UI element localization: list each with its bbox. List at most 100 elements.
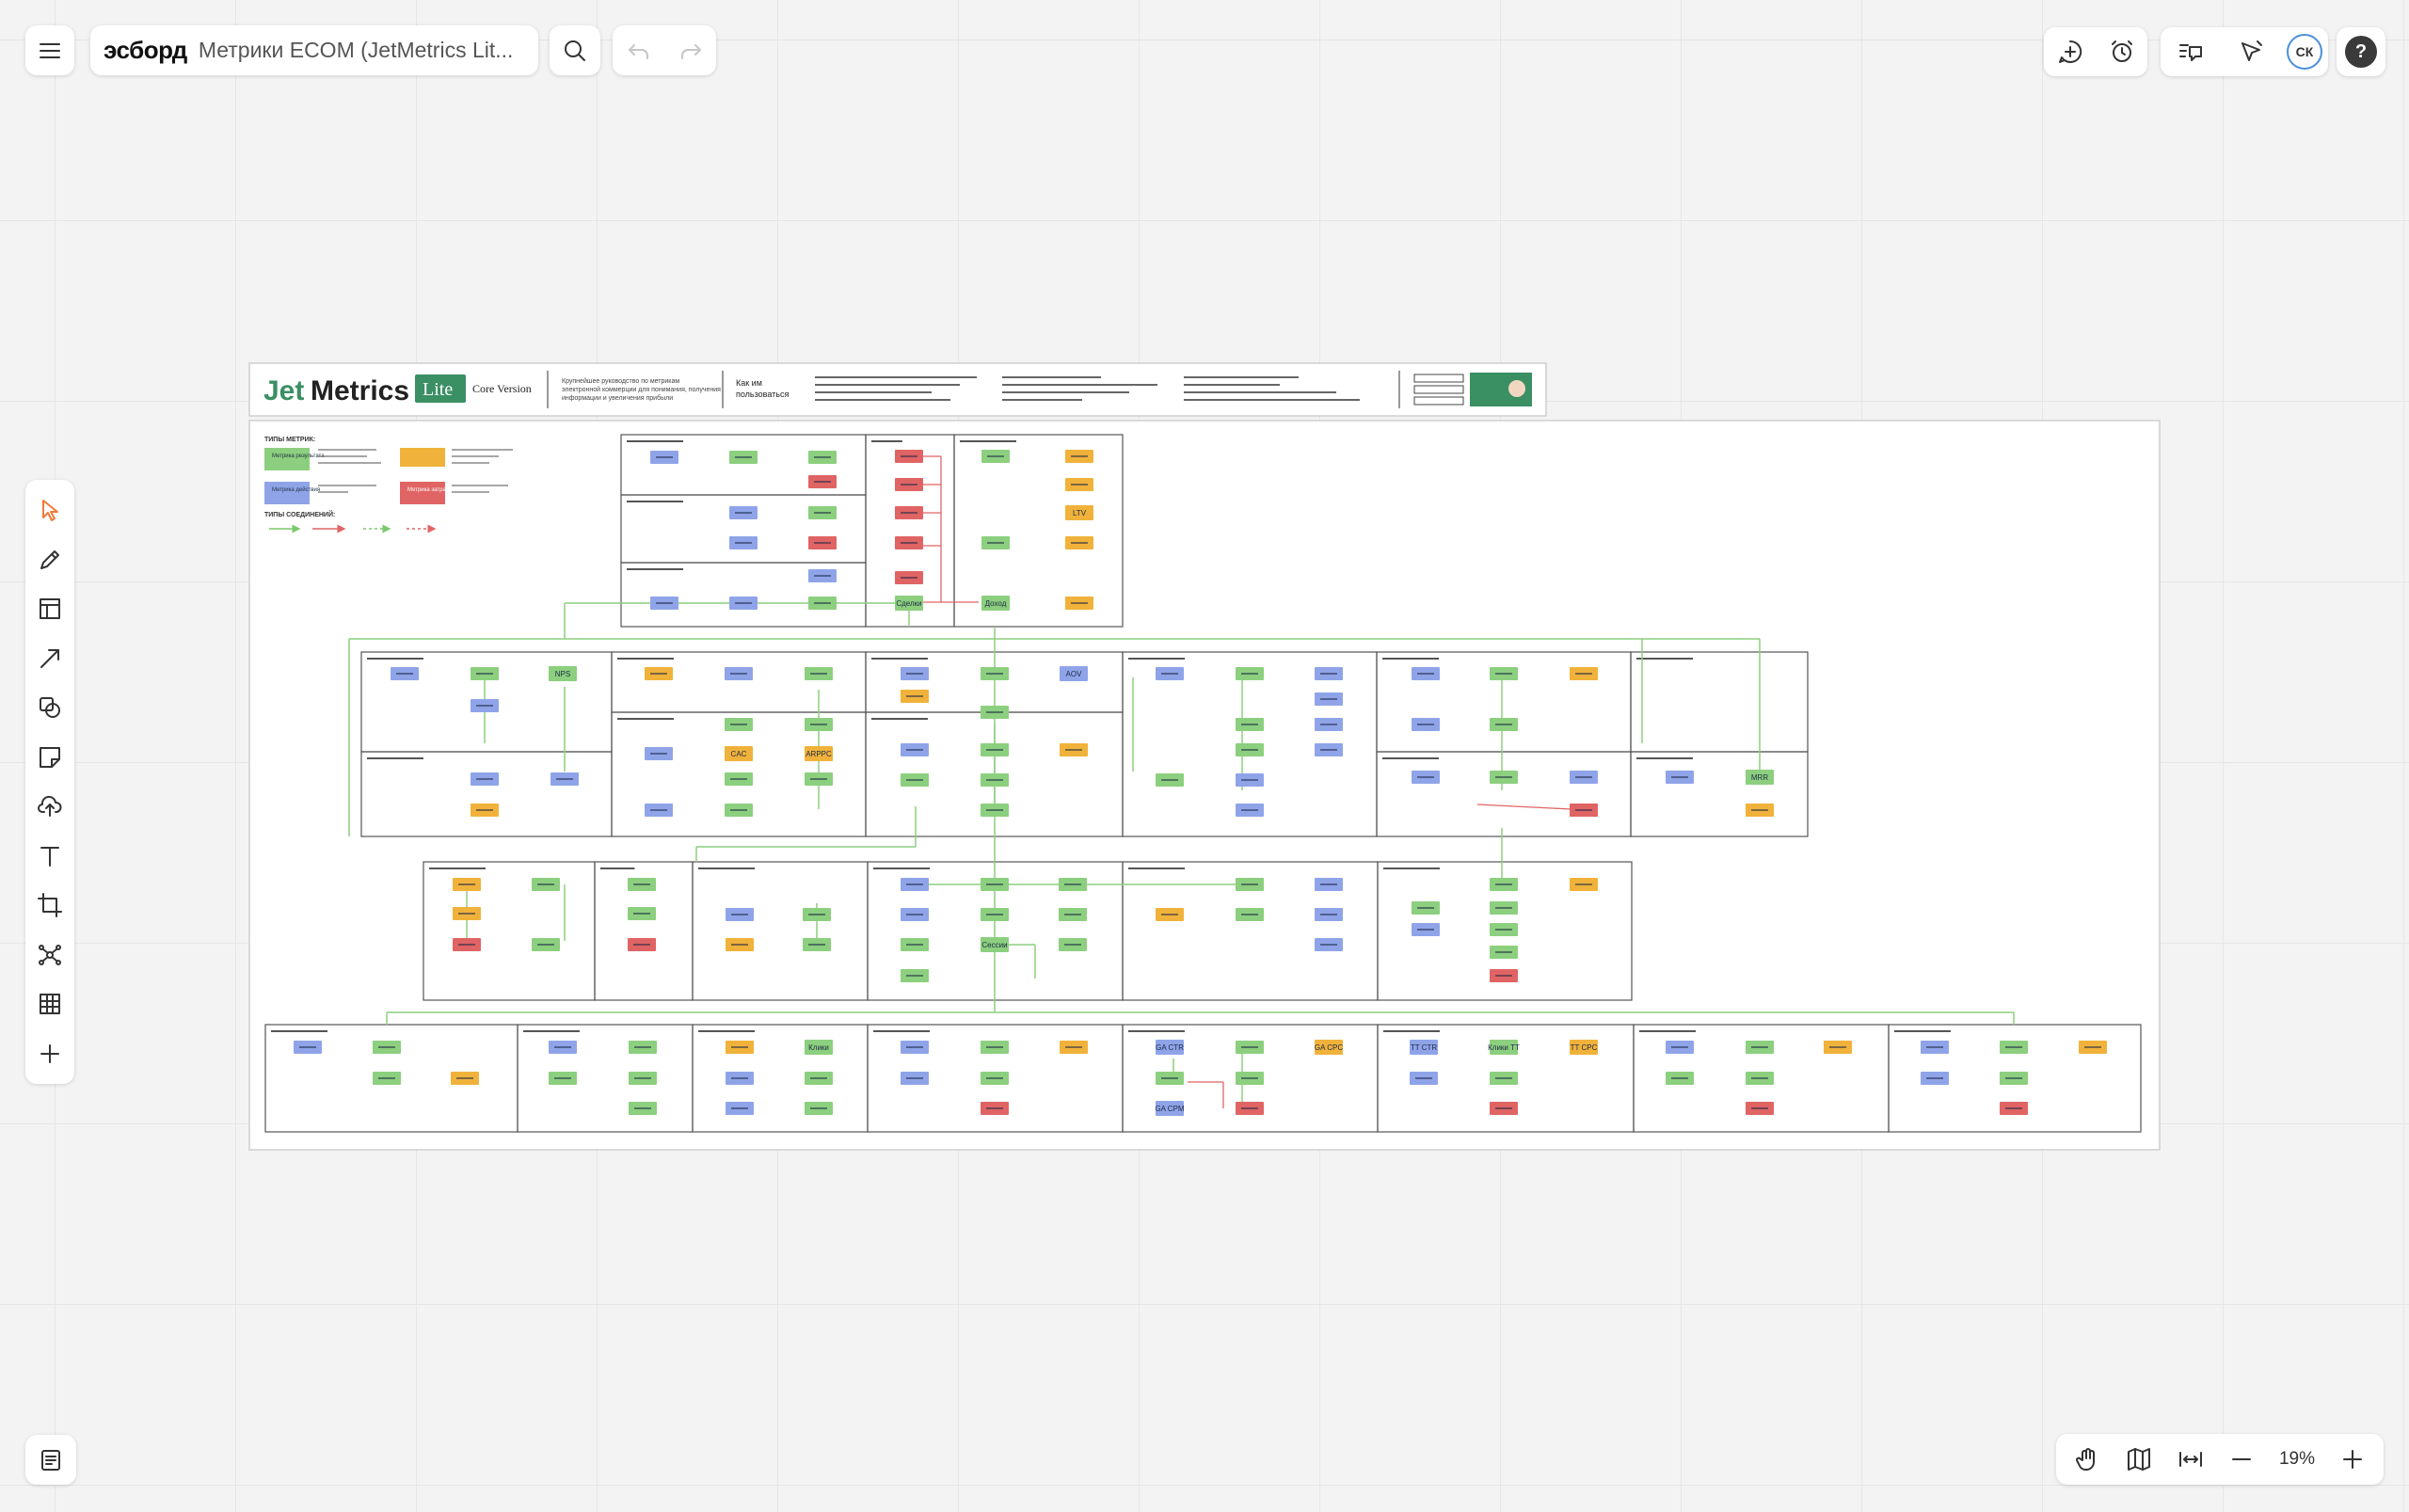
notes-panel bbox=[25, 1435, 76, 1485]
undo-icon bbox=[628, 43, 648, 59]
fit-width-icon bbox=[2178, 1452, 2202, 1467]
legend-action: Метрика действия bbox=[272, 486, 320, 493]
pen-tool[interactable] bbox=[27, 537, 72, 582]
add-bubble-icon bbox=[2058, 40, 2082, 63]
tools-toolbar bbox=[25, 480, 74, 1084]
minimap-button[interactable] bbox=[2114, 1435, 2163, 1484]
redo-icon bbox=[680, 43, 701, 59]
comments-list-icon bbox=[2179, 44, 2202, 61]
board-canvas[interactable]: Jet Metrics Lite Core Version Крупнейшее… bbox=[0, 0, 2409, 1512]
history-panel bbox=[613, 25, 716, 75]
user-avatar[interactable]: СК bbox=[2287, 34, 2322, 70]
metric-node-label: Клики bbox=[808, 1043, 829, 1052]
table-tool[interactable] bbox=[27, 981, 72, 1027]
how-to-1: Как им bbox=[736, 378, 762, 388]
follow-cursor-button[interactable] bbox=[2226, 27, 2275, 76]
how-to-2: пользоваться bbox=[736, 390, 789, 399]
layout-icon bbox=[40, 598, 60, 620]
plus-icon bbox=[2342, 1450, 2362, 1469]
top-right-panel-2: СК bbox=[2161, 27, 2328, 76]
table-icon bbox=[40, 994, 60, 1015]
mindmap-icon bbox=[39, 944, 61, 965]
logo-jet: Jet bbox=[263, 375, 304, 406]
text-tool[interactable] bbox=[27, 834, 72, 879]
comments-button[interactable] bbox=[2166, 27, 2215, 76]
zoom-in-button[interactable] bbox=[2328, 1435, 2377, 1484]
zoom-panel: 19% bbox=[2056, 1434, 2384, 1485]
legend-title: ТИПЫ МЕТРИК: bbox=[264, 437, 315, 443]
search-panel bbox=[550, 25, 600, 75]
upload-tool[interactable] bbox=[27, 784, 72, 829]
hamburger-icon bbox=[40, 42, 60, 58]
crop-tool[interactable] bbox=[27, 883, 72, 928]
board-main-frame[interactable] bbox=[248, 420, 2161, 1151]
shapes-tool[interactable] bbox=[27, 685, 72, 730]
metric-node-label: Доход bbox=[985, 599, 1007, 608]
metric-node-label: MRR bbox=[1751, 773, 1768, 782]
line-tool[interactable] bbox=[27, 636, 72, 681]
metric-node-label: CAC bbox=[731, 750, 747, 758]
add-comment-button[interactable] bbox=[2046, 27, 2095, 76]
board-header-frame[interactable]: Jet Metrics Lite Core Version Крупнейшее… bbox=[248, 362, 1547, 417]
search-button[interactable] bbox=[550, 26, 599, 75]
mindmap-tool[interactable] bbox=[27, 932, 72, 978]
hand-icon bbox=[2076, 1448, 2096, 1471]
notes-button[interactable] bbox=[26, 1436, 75, 1485]
metric-node-label: ARPPC bbox=[806, 750, 832, 758]
map-icon bbox=[2127, 1448, 2150, 1471]
notes-icon bbox=[41, 1449, 60, 1471]
metric-node-label: AOV bbox=[1066, 670, 1083, 678]
redo-button[interactable] bbox=[666, 26, 715, 75]
metric-node-label: LTV bbox=[1073, 509, 1087, 517]
metric-node-label: GA CPC bbox=[1315, 1043, 1343, 1052]
timer-button[interactable] bbox=[2098, 27, 2146, 76]
alarm-clock-icon bbox=[2111, 40, 2132, 62]
frame-tool[interactable] bbox=[27, 586, 72, 631]
arrow-line-icon bbox=[40, 648, 59, 668]
minus-icon bbox=[2232, 1458, 2252, 1460]
text-icon bbox=[40, 846, 59, 867]
sticky-note-tool[interactable] bbox=[27, 735, 72, 780]
metric-node-label: Клики ТТ bbox=[1488, 1043, 1520, 1052]
zoom-level[interactable]: 19% bbox=[2269, 1449, 2325, 1470]
pointer-icon bbox=[42, 500, 58, 522]
search-icon bbox=[565, 40, 585, 61]
legend-connections-title: ТИПЫ СОЕДИНЕНИЙ: bbox=[264, 510, 335, 518]
metric-node-label: GA CPM bbox=[1155, 1105, 1184, 1113]
top-right-panel-1 bbox=[2044, 27, 2147, 76]
board-title[interactable]: Метрики ECOM (JetMetrics Lit... bbox=[199, 38, 514, 63]
select-tool[interactable] bbox=[27, 487, 72, 533]
intro-text-3: информации и увеличения прибыли bbox=[562, 394, 673, 402]
help-icon[interactable]: ? bbox=[2345, 36, 2377, 68]
help-panel: ? bbox=[2337, 27, 2385, 76]
metric-node-label: NPS bbox=[555, 670, 570, 678]
crop-icon bbox=[38, 893, 62, 918]
core-version: Core Version bbox=[472, 382, 532, 395]
legend-result: Метрика результата bbox=[272, 454, 325, 459]
metric-node-label: GA CTR bbox=[1156, 1043, 1184, 1052]
lite-badge: Lite bbox=[423, 379, 453, 400]
undo-button[interactable] bbox=[614, 26, 663, 75]
menu-panel bbox=[25, 25, 74, 75]
app-logo[interactable]: эсборд bbox=[104, 36, 187, 65]
menu-button[interactable] bbox=[25, 26, 74, 75]
plus-icon bbox=[40, 1043, 59, 1063]
sticky-note-icon bbox=[40, 746, 60, 768]
fit-to-screen-button[interactable] bbox=[2166, 1435, 2215, 1484]
board-title-panel[interactable]: эсборд Метрики ECOM (JetMetrics Lit... bbox=[90, 25, 538, 75]
hand-tool-button[interactable] bbox=[2063, 1435, 2112, 1484]
metric-node-label: Сделки bbox=[896, 599, 921, 608]
zoom-out-button[interactable] bbox=[2217, 1435, 2266, 1484]
pen-icon bbox=[40, 549, 59, 569]
logo-metrics: Metrics bbox=[311, 375, 409, 406]
cursor-follow-icon bbox=[2241, 40, 2262, 61]
upload-icon bbox=[38, 796, 62, 818]
metric-node-label: TT CTR bbox=[1411, 1043, 1438, 1052]
metric-node-label: TT CPC bbox=[1571, 1043, 1598, 1052]
legend-cost: Метрика затрат bbox=[407, 487, 449, 493]
intro-text-2: электронной коммерции для понимания, пол… bbox=[562, 386, 721, 393]
intro-text-1: Крупнейшее руководство по метрикам bbox=[562, 377, 679, 385]
metric-node-label: Сессии bbox=[981, 941, 1007, 949]
more-tools-button[interactable] bbox=[27, 1031, 72, 1076]
shapes-icon bbox=[40, 697, 60, 719]
